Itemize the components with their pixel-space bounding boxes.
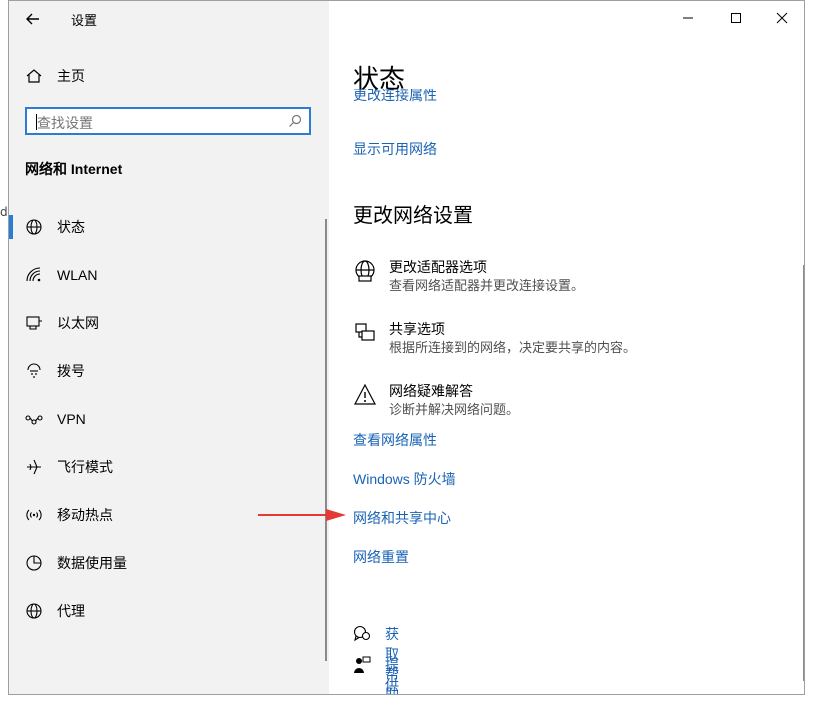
link-text: 更改连接属性 — [353, 89, 437, 103]
dialup-icon — [25, 362, 43, 380]
sidebar-item-label: 飞行模式 — [57, 459, 113, 475]
back-button[interactable] — [23, 9, 43, 29]
network-reset-link[interactable]: 网络重置 — [353, 547, 409, 567]
show-available-networks-link[interactable]: 显示可用网络 — [353, 139, 437, 159]
change-settings-heading: 更改网络设置 — [353, 205, 473, 227]
data-usage-icon — [25, 554, 43, 572]
settings-window: 设置 主页 查找设置 网络和 Internet 状态 WLAN 以太网 拨号 V… — [8, 0, 805, 695]
wifi-icon — [25, 266, 43, 284]
maximize-button[interactable] — [713, 5, 759, 31]
sidebar-home[interactable]: 主页 — [25, 65, 305, 87]
home-icon — [26, 69, 42, 83]
proxy-globe-icon — [25, 602, 43, 620]
view-network-properties-link[interactable]: 查看网络属性 — [353, 430, 437, 450]
option-desc: 查看网络适配器并更改连接设置。 — [389, 278, 585, 293]
sidebar-item-label: 以太网 — [57, 315, 99, 331]
feedback-person-icon — [353, 656, 371, 674]
sidebar-item-proxy[interactable]: 代理 — [9, 591, 327, 631]
help-chat-icon — [353, 625, 371, 643]
red-pointer-arrow — [258, 509, 346, 521]
window-title: 设置 — [71, 13, 98, 28]
option-sharing[interactable]: 共享选项 根据所连接到的网络，决定要共享的内容。 — [353, 319, 783, 361]
sidebar-item-label: 移动热点 — [57, 507, 113, 523]
option-troubleshoot[interactable]: 网络疑难解答 诊断并解决网络问题。 — [353, 381, 783, 423]
sidebar-item-dialup[interactable]: 拨号 — [9, 351, 327, 391]
close-button[interactable] — [759, 5, 804, 31]
sidebar-item-label: 拨号 — [57, 363, 85, 379]
sidebar-item-ethernet[interactable]: 以太网 — [9, 303, 327, 343]
minimize-button[interactable] — [665, 5, 711, 31]
sidebar-item-data-usage[interactable]: 数据使用量 — [9, 543, 327, 583]
sidebar-scrollbar[interactable] — [325, 219, 327, 661]
section-title: 网络和 Internet — [25, 161, 123, 177]
main-scrollbar[interactable] — [803, 265, 804, 681]
vpn-icon — [25, 410, 43, 428]
search-input[interactable]: 查找设置 — [25, 107, 311, 135]
sidebar: 设置 主页 查找设置 网络和 Internet 状态 WLAN 以太网 拨号 V… — [9, 1, 329, 694]
main-pane: 状态 更改连接属性 显示可用网络 更改网络设置 更改适配器选项 查看网络适配器并… — [329, 1, 804, 694]
option-desc: 根据所连接到的网络，决定要共享的内容。 — [389, 340, 637, 355]
home-label: 主页 — [57, 68, 85, 84]
close-icon — [776, 12, 788, 24]
sidebar-item-label: 状态 — [57, 219, 85, 235]
sidebar-item-label: WLAN — [57, 267, 98, 283]
sidebar-item-status[interactable]: 状态 — [9, 207, 327, 247]
sidebar-item-label: 数据使用量 — [57, 555, 127, 571]
option-adapter[interactable]: 更改适配器选项 查看网络适配器并更改连接设置。 — [353, 257, 783, 299]
maximize-icon — [731, 13, 741, 23]
search-placeholder: 查找设置 — [37, 115, 93, 131]
option-title: 共享选项 — [389, 321, 445, 337]
sidebar-item-label: VPN — [57, 411, 86, 427]
option-desc: 诊断并解决网络问题。 — [389, 402, 520, 417]
back-arrow-icon — [26, 13, 39, 25]
network-sharing-center-link[interactable]: 网络和共享中心 — [353, 508, 451, 528]
windows-firewall-link[interactable]: Windows 防火墙 — [353, 469, 456, 489]
globe-icon — [25, 218, 43, 236]
edge-fragment: ⅾ — [0, 205, 8, 219]
adapter-globe-icon — [353, 259, 377, 283]
hotspot-icon — [25, 506, 43, 524]
sidebar-item-airplane[interactable]: 飞行模式 — [9, 447, 327, 487]
warning-icon — [353, 383, 377, 407]
option-title: 更改适配器选项 — [389, 259, 487, 275]
feedback-link[interactable]: 提供反馈 — [385, 655, 399, 694]
ethernet-icon — [25, 314, 43, 332]
sidebar-item-vpn[interactable]: VPN — [9, 399, 327, 439]
minimize-icon — [683, 17, 693, 19]
search-icon — [289, 114, 302, 127]
sidebar-item-wlan[interactable]: WLAN — [9, 255, 327, 295]
option-title: 网络疑难解答 — [389, 383, 473, 399]
sidebar-item-label: 代理 — [57, 603, 85, 619]
airplane-icon — [25, 458, 43, 476]
active-indicator — [9, 215, 13, 239]
change-connection-properties-link[interactable]: 更改连接属性 — [353, 89, 437, 105]
sharing-icon — [353, 321, 377, 345]
